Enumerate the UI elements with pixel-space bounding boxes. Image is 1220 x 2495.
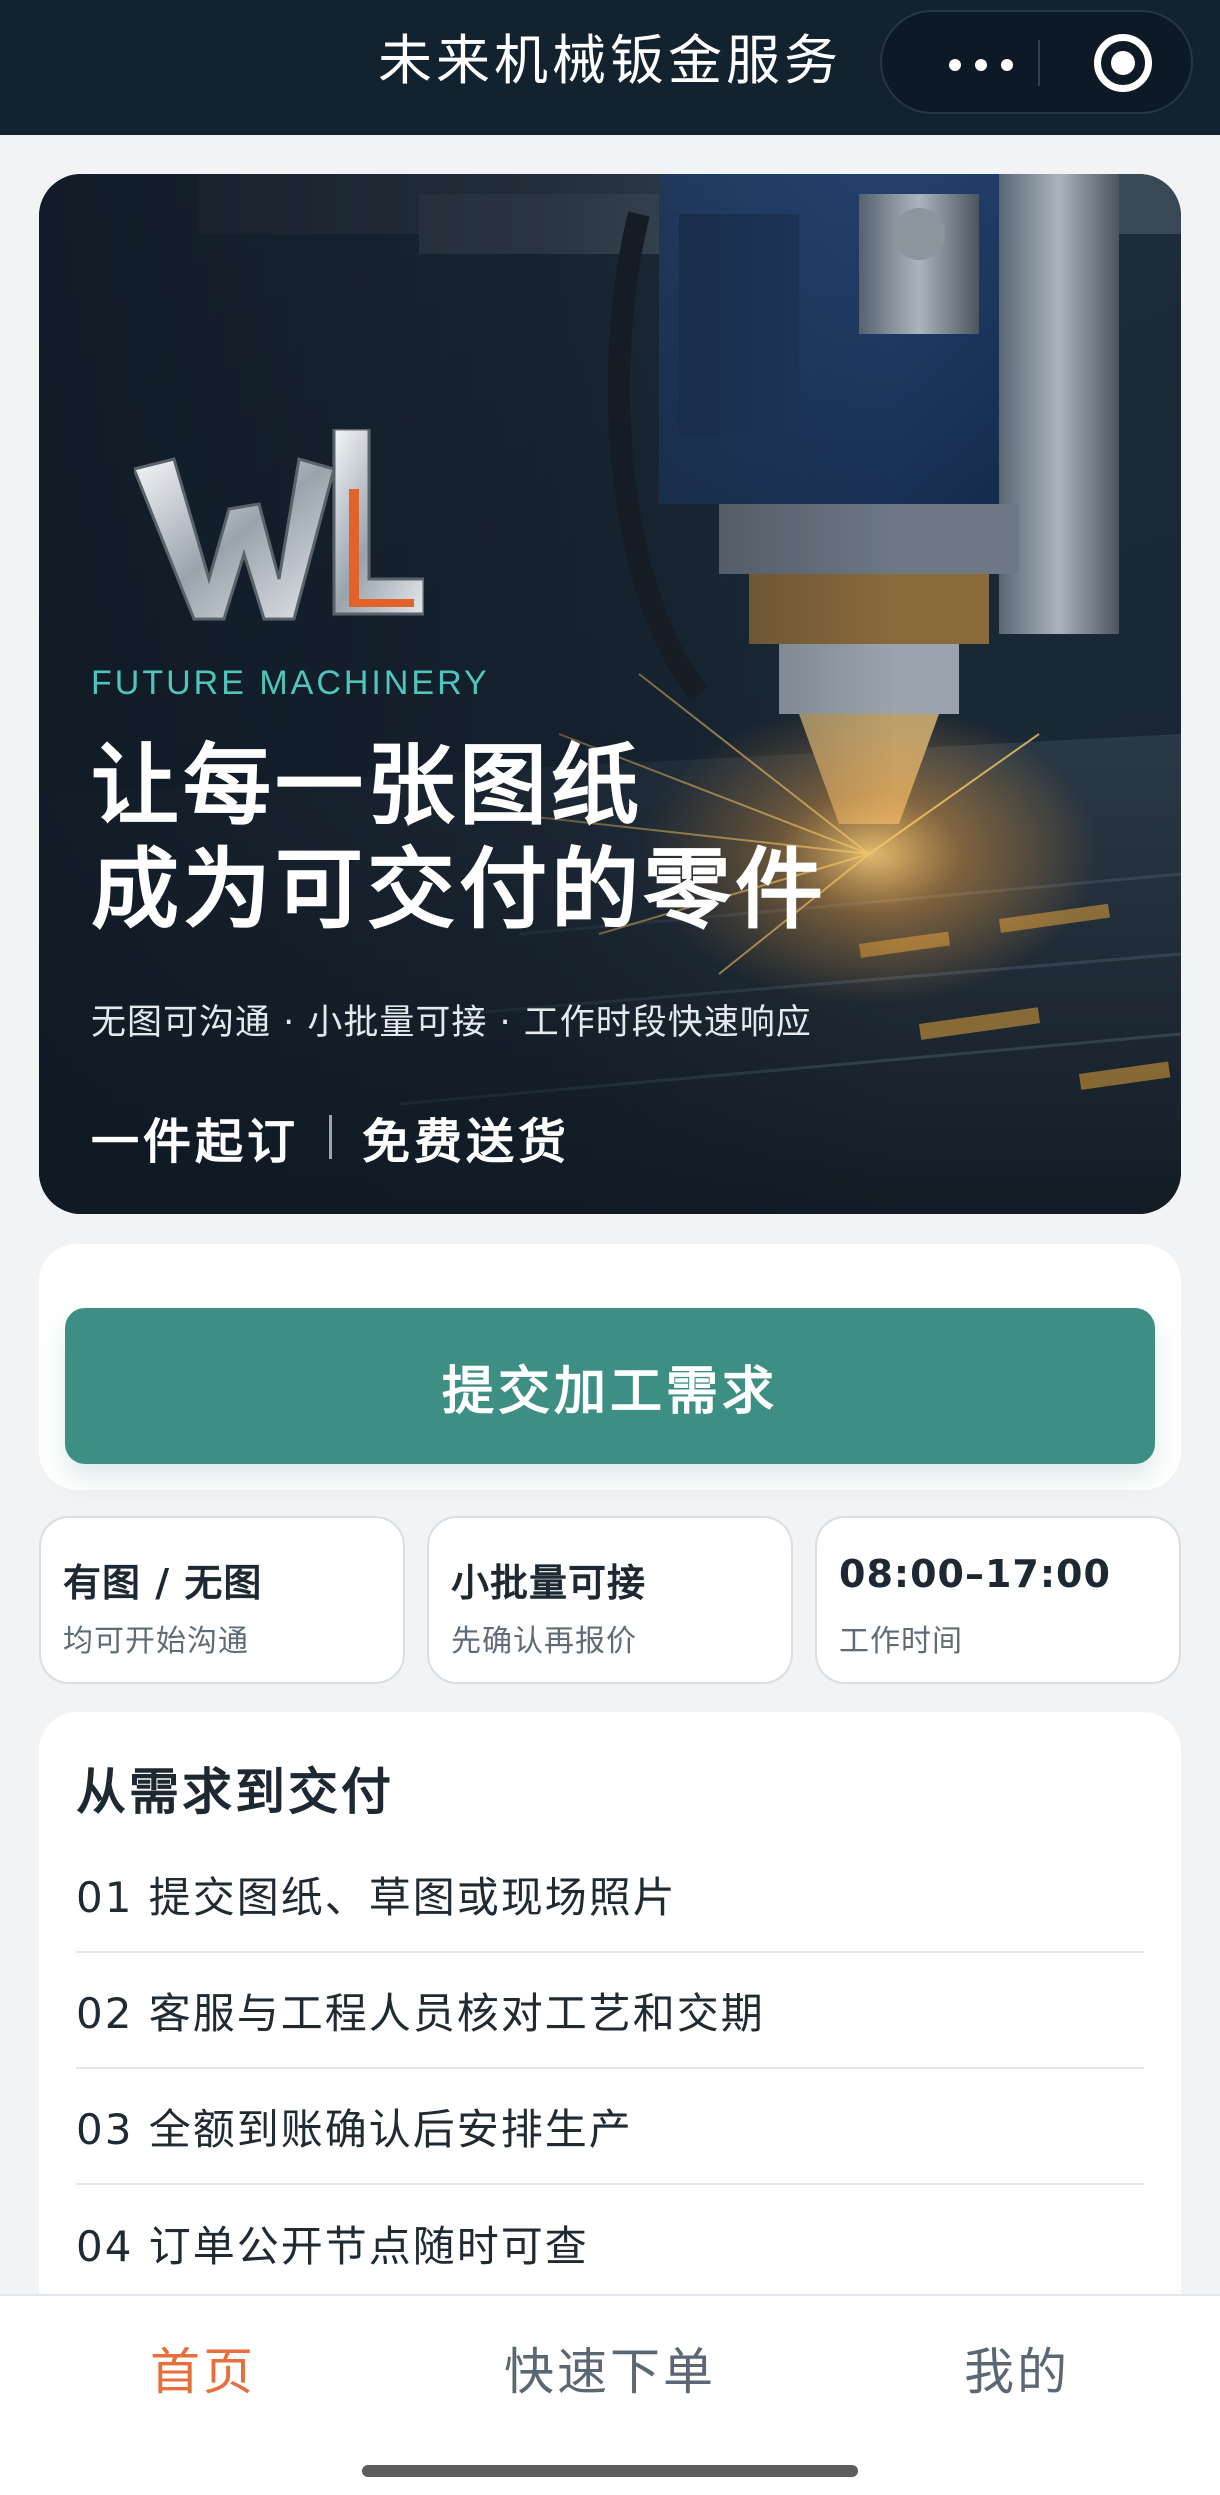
hero-subtitle: 无图可沟通 · 小批量可接 · 工作时段快速响应 — [91, 1003, 812, 1043]
target-circle-icon[interactable] — [1094, 34, 1152, 92]
mini-program-capsule — [880, 10, 1193, 114]
hero-banner: FUTURE MACHINERY 让每一张图纸 成为可交付的零件 无图可沟通 ·… — [39, 174, 1181, 1214]
capsule-divider — [1038, 40, 1040, 86]
feature-card-small-batch: 小批量可接 先确认再报价 — [427, 1516, 793, 1684]
badge-free-delivery: 免费送货 — [362, 1114, 571, 1170]
feature-card-hours: 08:00–17:00 工作时间 — [815, 1516, 1181, 1684]
process-step: 01 提交图纸、草图或现场照片 — [76, 1837, 1144, 1953]
wl-logo — [134, 429, 424, 621]
action-card: 提交加工需求 — [39, 1244, 1181, 1490]
feature-subtitle: 先确认再报价 — [451, 1624, 637, 1659]
more-dots-icon[interactable] — [930, 12, 1040, 112]
hero-headline-line2: 成为可交付的零件 — [91, 838, 828, 941]
submit-request-button[interactable]: 提交加工需求 — [65, 1308, 1155, 1464]
tab-quick-order[interactable]: 快速下单 — [407, 2332, 813, 2404]
hero-headline: 让每一张图纸 成为可交付的零件 — [91, 734, 827, 942]
process-step: 03 全额到账确认后安排生产 — [76, 2069, 1144, 2185]
feature-title: 小批量可接 — [451, 1561, 647, 1605]
home-indicator — [362, 2465, 858, 2477]
feature-card-drawing: 有图 / 无图 均可开始沟通 — [39, 1516, 405, 1684]
process-step: 02 客服与工程人员核对工艺和交期 — [76, 1953, 1144, 2069]
feature-subtitle: 工作时间 — [839, 1624, 963, 1659]
badge-single-piece: 一件起订 — [91, 1114, 300, 1170]
tab-home[interactable]: 首页 — [0, 2332, 406, 2404]
process-step: 04 订单公开节点随时可查 — [76, 2221, 589, 2271]
feature-title: 有图 / 无图 — [63, 1561, 263, 1605]
hero-tagline-en: FUTURE MACHINERY — [91, 664, 490, 702]
feature-title: 08:00–17:00 — [839, 1552, 1111, 1596]
hero-headline-line1: 让每一张图纸 — [91, 734, 644, 837]
feature-subtitle: 均可开始沟通 — [63, 1624, 249, 1659]
badge-divider — [329, 1115, 333, 1159]
top-nav-bar: 未来机械钣金服务 — [0, 0, 1220, 135]
tab-mine[interactable]: 我的 — [814, 2332, 1220, 2404]
hero-badges: 一件起订 免费送货 — [91, 1102, 570, 1172]
process-title: 从需求到交付 — [76, 1763, 394, 1821]
